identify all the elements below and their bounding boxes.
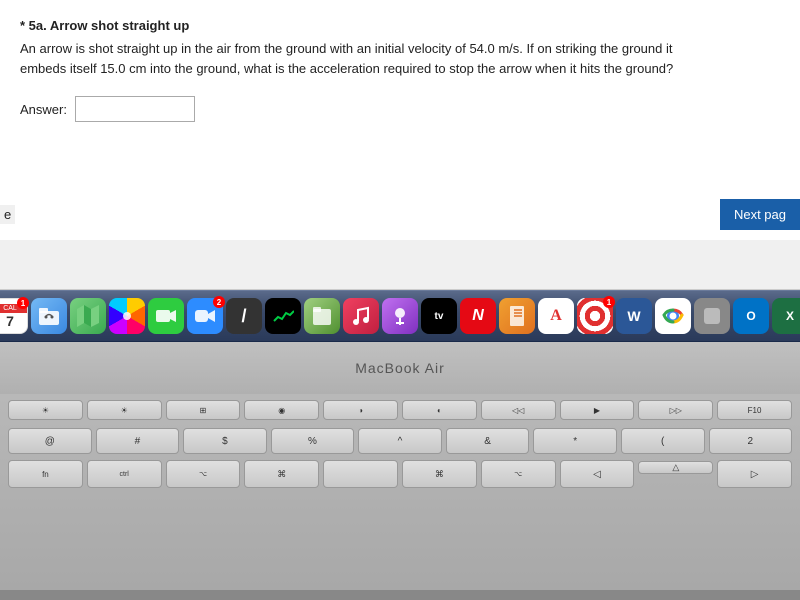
dock-icon-gray[interactable] <box>694 298 730 334</box>
key-f6[interactable]: ◐ <box>402 400 477 420</box>
key-f5[interactable]: ◑ <box>323 400 398 420</box>
key-f10[interactable]: F10 <box>717 400 792 420</box>
dock-icon-excel[interactable]: X <box>772 298 800 334</box>
dock-icon-tv[interactable]: tv <box>421 298 457 334</box>
key-at[interactable]: @ <box>8 428 92 454</box>
dock-icon-activity[interactable]: 1 <box>577 298 613 334</box>
dock-icon-maps[interactable] <box>70 298 106 334</box>
key-f8[interactable]: ▶ <box>560 400 635 420</box>
dock-icon-finder[interactable] <box>31 298 67 334</box>
macbook-label: MacBook Air <box>355 360 445 376</box>
key-ctrl[interactable]: ctrl <box>87 460 162 488</box>
key-f1[interactable]: ☀ <box>8 400 83 420</box>
key-arrow-left[interactable]: ◁ <box>560 460 635 488</box>
key-arrow-right[interactable]: ▷ <box>717 460 792 488</box>
key-open-paren[interactable]: ( <box>621 428 705 454</box>
next-btn-area: Next pag <box>720 199 800 230</box>
dock-icon-music[interactable] <box>343 298 379 334</box>
key-amp[interactable]: & <box>446 428 530 454</box>
key-space[interactable] <box>323 460 398 488</box>
keyboard-area: ☀ ☀ ⊞ ◉ ◑ ◐ ◁◁ ▶ ▷▷ F10 @ # $ % ^ & * ( … <box>0 394 800 590</box>
dock-icon-language[interactable]: A <box>538 298 574 334</box>
key-2[interactable]: 2 <box>709 428 793 454</box>
dock-icon-calendar[interactable]: CAL 7 1 <box>0 298 28 334</box>
dock-icon-zoom[interactable]: 2 <box>187 298 223 334</box>
dock-icon-books[interactable] <box>499 298 535 334</box>
dock-icon-word[interactable]: W <box>616 298 652 334</box>
key-f4[interactable]: ◉ <box>244 400 319 420</box>
key-dollar[interactable]: $ <box>183 428 267 454</box>
key-alt-right[interactable]: ⌥ <box>481 460 556 488</box>
key-f7[interactable]: ◁◁ <box>481 400 556 420</box>
dock-icon-chrome[interactable] <box>655 298 691 334</box>
question-body: An arrow is shot straight up in the air … <box>20 39 780 78</box>
dock-icon-notes[interactable]: / <box>226 298 262 334</box>
page-content: * 5a. Arrow shot straight up An arrow is… <box>0 0 800 290</box>
key-f9[interactable]: ▷▷ <box>638 400 713 420</box>
next-page-button[interactable]: Next pag <box>720 199 800 230</box>
key-hash[interactable]: # <box>96 428 180 454</box>
answer-input[interactable] <box>75 96 195 122</box>
dock-icon-podcasts[interactable] <box>382 298 418 334</box>
answer-row: Answer: <box>20 96 780 122</box>
key-star[interactable]: * <box>533 428 617 454</box>
main-key-row: fn ctrl ⌥ ⌘ ⌘ ⌥ ◁ △ ▷ <box>0 458 800 492</box>
answer-label: Answer: <box>20 102 67 117</box>
question-body-line2: embeds itself 15.0 cm into the ground, w… <box>20 61 673 76</box>
key-alt[interactable]: ⌥ <box>166 460 241 488</box>
fn-key-row: ☀ ☀ ⊞ ◉ ◑ ◐ ◁◁ ▶ ▷▷ F10 <box>0 394 800 424</box>
left-edge-label: e <box>0 205 15 224</box>
dock-icon-photos[interactable] <box>109 298 145 334</box>
question-body-line1: An arrow is shot straight up in the air … <box>20 41 673 56</box>
dock-bar: CAL 7 1 2 / tv <box>0 290 800 342</box>
key-cmd-right[interactable]: ⌘ <box>402 460 477 488</box>
question-area: * 5a. Arrow shot straight up An arrow is… <box>0 0 800 240</box>
num-key-row: @ # $ % ^ & * ( 2 <box>0 424 800 458</box>
dock-icon-outlook[interactable]: O <box>733 298 769 334</box>
key-percent[interactable]: % <box>271 428 355 454</box>
dock-icon-files[interactable] <box>304 298 340 334</box>
key-caret[interactable]: ^ <box>358 428 442 454</box>
key-space-fn[interactable]: fn <box>8 460 83 488</box>
dock-icon-netflix[interactable]: N <box>460 298 496 334</box>
dock-icon-stocks[interactable] <box>265 298 301 334</box>
key-arrow-up[interactable]: △ <box>638 461 713 474</box>
question-title: * 5a. Arrow shot straight up <box>20 18 780 33</box>
key-f2[interactable]: ☀ <box>87 400 162 420</box>
key-cmd-left[interactable]: ⌘ <box>244 460 319 488</box>
key-f3[interactable]: ⊞ <box>166 400 241 420</box>
macbook-label-area: MacBook Air <box>0 342 800 394</box>
dock-icon-facetime[interactable] <box>148 298 184 334</box>
